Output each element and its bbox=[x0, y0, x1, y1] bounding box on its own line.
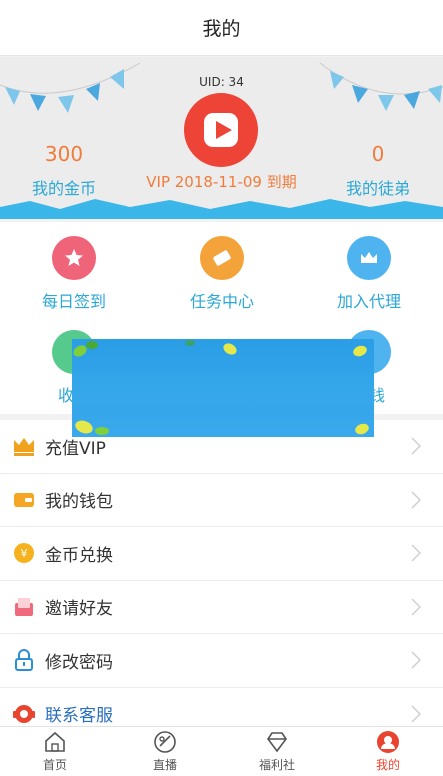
profile-header: UID: 34 300 我的金币 VIP 2018-11-09 到期 0 我的徒… bbox=[0, 57, 443, 219]
ad-banner[interactable] bbox=[72, 339, 374, 437]
service-icon bbox=[12, 702, 36, 726]
chevron-right-icon bbox=[411, 597, 421, 616]
wave-decoration bbox=[0, 199, 443, 219]
crown-icon bbox=[12, 434, 36, 458]
profile-icon bbox=[377, 731, 399, 753]
menu-item-label: 充值VIP bbox=[45, 438, 106, 459]
task-center[interactable]: 任务中心 bbox=[148, 222, 296, 312]
tab-label: 我的 bbox=[375, 758, 400, 772]
apprentice-label[interactable]: 我的徒弟 bbox=[318, 175, 438, 199]
star-icon bbox=[52, 236, 96, 280]
diamond-icon bbox=[267, 732, 287, 753]
tab-home[interactable]: 首页 bbox=[0, 727, 110, 776]
menu-item-label: 我的钱包 bbox=[45, 492, 113, 513]
tab-live[interactable]: 直播 bbox=[110, 727, 220, 776]
invite-icon bbox=[12, 595, 36, 619]
svg-text:¥: ¥ bbox=[21, 547, 28, 560]
menu-item-wallet[interactable]: 我的钱包 bbox=[0, 474, 443, 527]
menu-item-label: 邀请好友 bbox=[45, 599, 113, 620]
daily-checkin-label: 每日签到 bbox=[41, 292, 106, 311]
play-icon bbox=[204, 113, 238, 147]
tab-mine[interactable]: 我的 bbox=[333, 727, 443, 776]
tab-label: 首页 bbox=[42, 758, 67, 772]
uid-label: UID: 34 bbox=[199, 75, 244, 89]
tab-label: 福利社 bbox=[258, 758, 295, 772]
chevron-right-icon bbox=[411, 490, 421, 509]
menu-item-change-password[interactable]: 修改密码 bbox=[0, 634, 443, 688]
apprentice-value: 0 bbox=[371, 142, 385, 166]
menu-item-label: 修改密码 bbox=[45, 652, 113, 673]
join-agent-label: 加入代理 bbox=[336, 292, 401, 311]
chevron-right-icon bbox=[411, 437, 421, 455]
crown-icon bbox=[347, 236, 391, 280]
menu-item-invite-friends[interactable]: 邀请好友 bbox=[0, 581, 443, 634]
chevron-right-icon bbox=[411, 704, 421, 723]
page-title: 我的 bbox=[0, 0, 443, 56]
menu-item-coin-exchange[interactable]: ¥ 金币兑换 bbox=[0, 527, 443, 581]
home-icon bbox=[45, 731, 65, 752]
settings-menu: 充值VIP 我的钱包 ¥ 金币兑换 邀请好友 修改密码 联系客服 bbox=[0, 420, 443, 741]
menu-item-label: 联系客服 bbox=[45, 706, 113, 727]
live-icon bbox=[154, 731, 176, 753]
app-logo bbox=[184, 93, 258, 167]
daily-checkin[interactable]: 每日签到 bbox=[0, 222, 148, 312]
tab-welfare[interactable]: 福利社 bbox=[222, 727, 332, 776]
wallet-icon bbox=[12, 488, 36, 512]
bottom-tab-bar: 首页 直播 福利社 我的 bbox=[0, 726, 443, 776]
task-center-label: 任务中心 bbox=[189, 292, 254, 311]
lock-icon bbox=[12, 648, 36, 672]
chevron-right-icon bbox=[411, 544, 421, 562]
coins-value: 300 bbox=[44, 142, 84, 166]
chevron-right-icon bbox=[411, 651, 421, 669]
ticket-icon bbox=[200, 236, 244, 280]
join-agent[interactable]: 加入代理 bbox=[295, 222, 443, 312]
coin-icon: ¥ bbox=[12, 541, 36, 565]
menu-item-label: 金币兑换 bbox=[45, 545, 113, 566]
leaf-decoration bbox=[72, 340, 374, 435]
tab-label: 直播 bbox=[152, 758, 177, 772]
